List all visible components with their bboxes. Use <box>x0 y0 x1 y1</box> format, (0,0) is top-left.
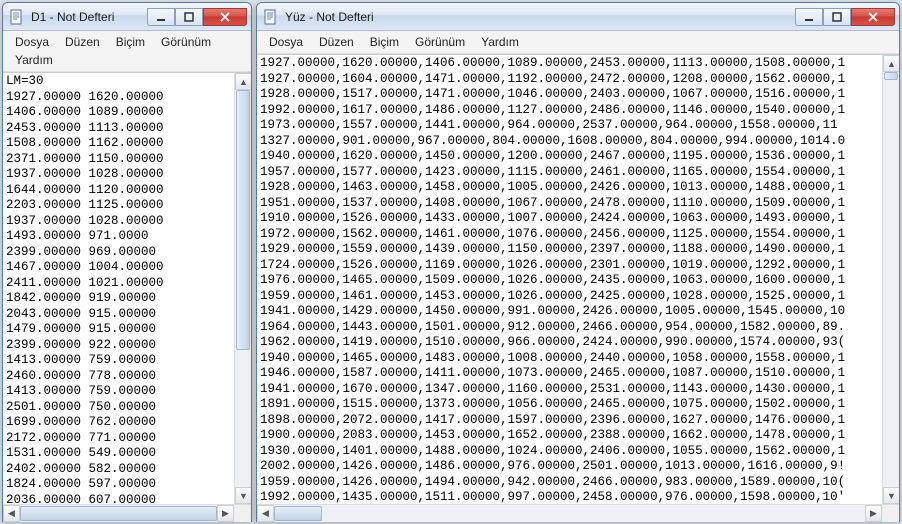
horizontal-scrollbar[interactable]: ◀ ▶ <box>3 505 234 521</box>
vertical-scrollbar[interactable]: ▲ ▼ <box>882 55 899 504</box>
notepad-window-d1: D1 - Not Defteri Dosya Düzen Biçim Görün… <box>2 2 252 522</box>
scroll-thumb-h[interactable] <box>274 506 322 521</box>
scroll-thumb-v[interactable] <box>884 72 898 80</box>
menu-edit[interactable]: Düzen <box>311 33 362 51</box>
window-title: Yüz - Not Defteri <box>285 10 789 24</box>
menubar: Dosya Düzen Biçim Görünüm Yardım <box>257 31 899 54</box>
content-area: 1927.00000,1620.00000,1406.00000,1089.00… <box>257 54 899 504</box>
notepad-icon <box>263 9 279 25</box>
close-button[interactable] <box>203 8 247 26</box>
minimize-button[interactable] <box>795 8 823 26</box>
text-editor[interactable]: 1927.00000,1620.00000,1406.00000,1089.00… <box>257 55 882 504</box>
menu-help[interactable]: Yardım <box>7 51 61 69</box>
scroll-left-button[interactable]: ◀ <box>3 505 20 522</box>
scroll-track-v[interactable] <box>883 72 899 487</box>
scroll-left-button[interactable]: ◀ <box>257 505 274 522</box>
menubar: Dosya Düzen Biçim Görünüm Yardım <box>3 31 251 72</box>
scroll-up-button[interactable]: ▲ <box>883 55 899 72</box>
scroll-thumb-h[interactable] <box>20 506 217 521</box>
scroll-track-h[interactable] <box>20 505 217 522</box>
menu-view[interactable]: Görünüm <box>407 33 473 51</box>
scroll-thumb-v[interactable] <box>236 90 250 350</box>
horizontal-scrollbar-row: ◀ ▶ <box>3 504 251 521</box>
scroll-down-button[interactable]: ▼ <box>235 487 251 504</box>
scroll-track-h[interactable] <box>274 505 865 522</box>
notepad-icon <box>9 9 25 25</box>
window-controls <box>147 8 247 26</box>
scroll-right-button[interactable]: ▶ <box>217 505 234 522</box>
menu-edit[interactable]: Düzen <box>57 33 108 51</box>
minimize-button[interactable] <box>147 8 175 26</box>
vertical-scrollbar[interactable]: ▲ ▼ <box>234 73 251 504</box>
resize-grip[interactable] <box>882 505 899 522</box>
horizontal-scrollbar-row: ◀ ▶ <box>257 504 899 521</box>
text-editor[interactable]: LM=30 1927.00000 1620.00000 1406.00000 1… <box>3 73 234 504</box>
titlebar[interactable]: D1 - Not Defteri <box>3 3 251 31</box>
content-area: LM=30 1927.00000 1620.00000 1406.00000 1… <box>3 72 251 504</box>
menu-view[interactable]: Görünüm <box>153 33 219 51</box>
menu-file[interactable]: Dosya <box>261 33 311 51</box>
resize-grip[interactable] <box>234 505 251 522</box>
window-controls <box>795 8 895 26</box>
titlebar[interactable]: Yüz - Not Defteri <box>257 3 899 31</box>
window-title: D1 - Not Defteri <box>31 10 141 24</box>
menu-format[interactable]: Biçim <box>362 33 407 51</box>
scroll-track-v[interactable] <box>235 90 251 487</box>
close-button[interactable] <box>851 8 895 26</box>
horizontal-scrollbar[interactable]: ◀ ▶ <box>257 505 882 521</box>
notepad-window-yuz: Yüz - Not Defteri Dosya Düzen Biçim Görü… <box>256 2 900 522</box>
maximize-button[interactable] <box>175 8 203 26</box>
scroll-down-button[interactable]: ▼ <box>883 487 899 504</box>
scroll-right-button[interactable]: ▶ <box>865 505 882 522</box>
menu-file[interactable]: Dosya <box>7 33 57 51</box>
menu-format[interactable]: Biçim <box>108 33 153 51</box>
scroll-up-button[interactable]: ▲ <box>235 73 251 90</box>
menu-help[interactable]: Yardım <box>473 33 527 51</box>
maximize-button[interactable] <box>823 8 851 26</box>
